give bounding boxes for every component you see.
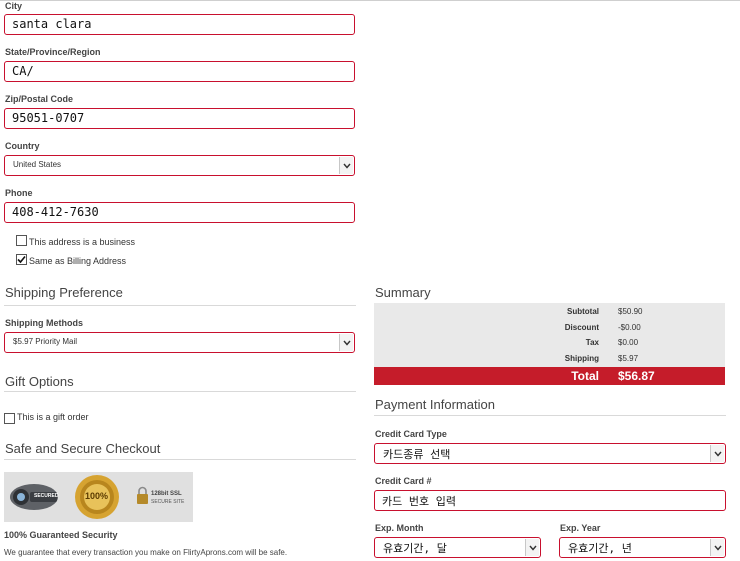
zip-label: Zip/Postal Code [5, 94, 74, 104]
summary-row-label: Subtotal [567, 307, 599, 316]
shipping-heading: Shipping Preference [5, 285, 123, 300]
city-input[interactable]: santa clara [4, 14, 355, 35]
badge-secured-text: SECURED [34, 493, 59, 499]
shipping-method-value: $5.97 Priority Mail [13, 337, 78, 346]
badge-ssl-line1: 128bit SSL [151, 491, 182, 497]
country-select[interactable]: United States [4, 155, 355, 176]
phone-input[interactable]: 408-412-7630 [4, 202, 355, 223]
summary-row-value: $0.00 [618, 338, 639, 347]
summary-row: Tax $0.00 [374, 338, 725, 354]
exp-year-select[interactable]: 유효기간, 년 [559, 537, 726, 558]
same-billing-checkbox-label: Same as Billing Address [29, 256, 127, 266]
same-billing-checkbox[interactable] [16, 254, 27, 265]
chevron-down-icon [710, 539, 724, 556]
business-checkbox-label: This address is a business [29, 237, 136, 247]
summary-row-label: Discount [564, 323, 599, 332]
exp-year-value: 유효기간, 년 [568, 542, 632, 555]
summary-row: Subtotal $50.90 [374, 307, 725, 323]
summary-heading: Summary [375, 285, 431, 300]
guarantee-title: 100% Guaranteed Security [4, 530, 118, 540]
secure-heading: Safe and Secure Checkout [5, 441, 161, 456]
chevron-down-icon [525, 539, 539, 556]
gift-checkbox[interactable] [4, 413, 15, 424]
card-type-value: 카드종류 선택 [383, 448, 451, 461]
summary-row-value: $50.90 [618, 307, 643, 316]
badge-100-text: 100% [85, 491, 109, 501]
summary-row-value: -$0.00 [618, 323, 641, 332]
check-icon [17, 255, 26, 264]
summary-row: Discount -$0.00 [374, 323, 725, 339]
guarantee-text: We guarantee that every transaction you … [4, 548, 288, 557]
exp-year-label: Exp. Year [560, 523, 601, 533]
badge-ssl-line2: SECURE SITE [151, 499, 185, 505]
shipping-methods-label: Shipping Methods [5, 318, 83, 328]
city-label: City [5, 1, 23, 11]
top-divider [0, 0, 740, 1]
card-number-label: Credit Card # [375, 476, 432, 486]
total-value: $56.87 [618, 369, 655, 383]
zip-input[interactable]: 95051-0707 [4, 108, 355, 129]
shipping-divider [4, 305, 356, 306]
secure-divider [4, 459, 356, 460]
gift-checkbox-label: This is a gift order [17, 412, 89, 422]
exp-month-select[interactable]: 유효기간, 달 [374, 537, 541, 558]
gift-heading: Gift Options [5, 374, 74, 389]
card-type-label: Credit Card Type [375, 429, 447, 439]
security-badges: SECURED 100% 128bit SSL SECURE SITE [4, 472, 193, 522]
payment-heading: Payment Information [375, 397, 495, 412]
phone-label: Phone [5, 188, 33, 198]
country-label: Country [5, 141, 40, 151]
summary-row-value: $5.97 [618, 354, 639, 363]
shipping-method-select[interactable]: $5.97 Priority Mail [4, 332, 355, 353]
country-select-value: United States [13, 160, 62, 169]
state-label: State/Province/Region [5, 47, 101, 57]
summary-row-label: Tax [585, 338, 599, 347]
chevron-down-icon [339, 334, 353, 351]
card-number-input[interactable]: 카드 번호 입력 [374, 490, 726, 511]
summary-table: Subtotal $50.90 Discount -$0.00 Tax $0.0… [374, 303, 725, 367]
summary-row-label: Shipping [564, 354, 599, 363]
chevron-down-icon [710, 445, 724, 462]
summary-total-row: Total $56.87 [374, 367, 725, 385]
payment-divider [374, 415, 726, 416]
chevron-down-icon [339, 157, 353, 174]
business-checkbox[interactable] [16, 235, 27, 246]
gift-divider [4, 391, 356, 392]
total-label: Total [571, 369, 599, 383]
exp-month-label: Exp. Month [375, 523, 424, 533]
exp-month-value: 유효기간, 달 [383, 542, 447, 555]
card-type-select[interactable]: 카드종류 선택 [374, 443, 726, 464]
state-input[interactable]: CA/ [4, 61, 355, 82]
